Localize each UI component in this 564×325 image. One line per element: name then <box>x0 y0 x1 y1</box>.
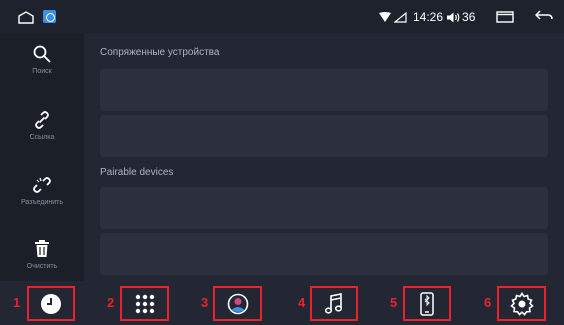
nav-number: 2 <box>107 295 115 310</box>
app-icon[interactable] <box>43 10 56 23</box>
nav-apps-button[interactable] <box>120 286 169 321</box>
settings-icon <box>509 291 534 316</box>
sidebar-item-label: Очистить <box>26 263 58 270</box>
sidebar-item-search[interactable]: Поиск <box>0 45 84 105</box>
unlink-icon <box>33 177 51 193</box>
nav-number: 5 <box>390 295 398 310</box>
wifi-icon <box>379 11 391 22</box>
pairable-device-slot[interactable] <box>100 187 548 229</box>
status-bar: 14:26 36 <box>0 0 564 33</box>
nav-number: 6 <box>484 295 492 310</box>
trash-icon <box>35 240 49 257</box>
sidebar: Поиск Ссылка Разъединить Очистить <box>0 33 84 281</box>
sidebar-item-label: Поиск <box>32 68 52 75</box>
nav-number: 4 <box>298 295 306 310</box>
search-icon <box>33 45 51 63</box>
nav-bluetooth-phone-button[interactable] <box>403 286 451 321</box>
clock-time: 14:26 <box>413 10 444 24</box>
music-icon <box>325 292 343 314</box>
status-indicators: 14:26 36 <box>379 9 475 25</box>
home-icon[interactable] <box>18 11 34 24</box>
device-list-panel: Сопряженные устройства Pairable devices <box>84 33 564 281</box>
sidebar-item-label: Ссылка <box>29 134 55 141</box>
volume-level: 36 <box>462 10 476 24</box>
sidebar-item-link[interactable]: Ссылка <box>0 111 84 171</box>
bluetooth-phone-icon <box>420 291 434 316</box>
nav-settings-button[interactable] <box>497 286 546 321</box>
nav-music-button[interactable] <box>310 286 358 321</box>
sidebar-item-disconnect[interactable]: Разъединить <box>0 176 84 236</box>
nav-number: 3 <box>201 295 209 310</box>
bottom-nav: 1 2 3 4 5 6 <box>0 281 564 325</box>
clock-icon <box>41 293 61 314</box>
nav-contacts-button[interactable] <box>213 286 262 321</box>
paired-device-slot[interactable] <box>100 69 548 111</box>
apps-grid-icon <box>135 294 154 313</box>
back-icon[interactable] <box>535 9 553 23</box>
contact-icon <box>227 293 248 314</box>
sidebar-item-label: Разъединить <box>20 199 64 206</box>
nav-clock-button[interactable] <box>27 286 75 321</box>
signal-icon <box>394 11 407 23</box>
pairable-device-slot[interactable] <box>100 233 548 275</box>
volume-icon <box>447 12 460 22</box>
paired-device-slot[interactable] <box>100 115 548 157</box>
pairable-devices-title: Pairable devices <box>100 167 174 178</box>
link-icon <box>35 111 49 129</box>
nav-number: 1 <box>13 295 21 310</box>
window-icon[interactable] <box>496 11 514 23</box>
paired-devices-title: Сопряженные устройства <box>100 47 220 58</box>
